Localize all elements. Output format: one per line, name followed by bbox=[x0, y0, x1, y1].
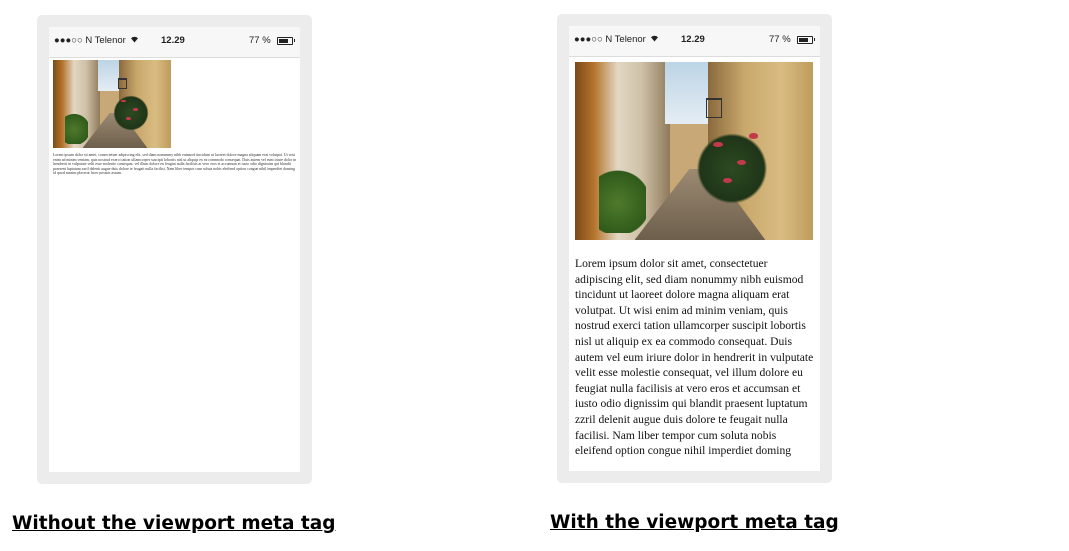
phone-screen: ●●●○○ N Telenor 12.29 77 % Lorem ipsum d… bbox=[49, 27, 300, 472]
phone-screen: ●●●○○ N Telenor 12.29 77 % Lorem ipsum d… bbox=[569, 26, 820, 471]
wifi-icon bbox=[650, 34, 659, 44]
battery-icon bbox=[277, 37, 295, 45]
status-bar: ●●●○○ N Telenor 12.29 77 % bbox=[569, 26, 820, 57]
body-text: Lorem ipsum dolor sit amet, consectetuer… bbox=[575, 257, 814, 458]
alley-photo bbox=[575, 62, 813, 240]
battery-percent: 77 % bbox=[769, 34, 791, 45]
battery-icon bbox=[797, 36, 815, 44]
body-text-tiny: Lorem ipsum dolor sit amet, consectetuer… bbox=[53, 153, 297, 176]
status-bar: ●●●○○ N Telenor 12.29 77 % bbox=[49, 27, 300, 58]
status-time: 12.29 bbox=[681, 34, 705, 45]
carrier-label: ●●●○○ N Telenor bbox=[54, 35, 126, 46]
caption-with-viewport: With the viewport meta tag bbox=[550, 512, 839, 533]
alley-photo bbox=[53, 60, 171, 148]
caption-without-viewport: Without the viewport meta tag bbox=[12, 513, 336, 534]
phone-mockup-with-viewport: ●●●○○ N Telenor 12.29 77 % Lorem ipsum d… bbox=[557, 14, 832, 483]
status-time: 12.29 bbox=[161, 35, 185, 46]
battery-percent: 77 % bbox=[249, 35, 271, 46]
wifi-icon bbox=[130, 35, 139, 45]
phone-mockup-without-viewport: ●●●○○ N Telenor 12.29 77 % Lorem ipsum d… bbox=[37, 15, 312, 484]
carrier-label: ●●●○○ N Telenor bbox=[574, 34, 646, 45]
